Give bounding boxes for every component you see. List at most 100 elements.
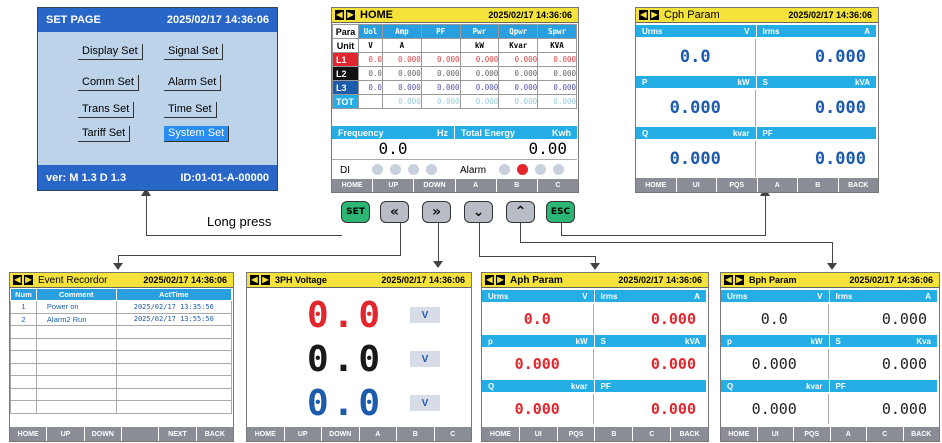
footer-button-a[interactable]: A <box>358 427 397 441</box>
esc-key[interactable]: ESC <box>546 201 575 223</box>
event-row[interactable]: 2 Alarm2 Run 2025/02/17 13:55:50 <box>10 312 233 326</box>
footer-button-b[interactable]: B <box>797 178 838 192</box>
footer-button-b[interactable]: B <box>495 179 537 192</box>
home-value-cell: 0.000 <box>459 80 500 95</box>
frequency-unit: Hz <box>437 127 448 138</box>
param-label: S <box>835 336 841 346</box>
cph-param-screen: ◀ ▶ Cph Param 2025/02/17 14:36:06 Urms V 0.0 I… <box>635 7 879 193</box>
footer-button-c[interactable]: C <box>536 179 578 192</box>
footer-button-home[interactable]: HOME <box>10 427 46 441</box>
aph-datetime: 2025/02/17 14:36:06 <box>618 275 702 285</box>
footer-button-pqs[interactable]: PQS <box>793 427 830 441</box>
footer-button-b[interactable]: B <box>396 427 434 441</box>
up-key[interactable]: ⌃ <box>506 201 535 223</box>
voltage-screen: ◀ ▶ 3PH Voltage 2025/02/17 14:36:06 0.0 V 0.0… <box>246 272 472 442</box>
footer-button-pqs[interactable]: PQS <box>556 427 595 441</box>
footer-button-b[interactable]: B <box>594 427 632 441</box>
footer-button-a[interactable]: A <box>756 178 798 192</box>
set-key[interactable]: SET <box>341 201 370 223</box>
footer-button-down[interactable]: DOWN <box>83 427 121 441</box>
home-value-cell: 0.000 <box>498 66 539 81</box>
set-menu-item-display-set[interactable]: Display Set <box>78 44 143 60</box>
footer-button-down[interactable]: DOWN <box>413 179 454 192</box>
event-row[interactable] <box>10 387 233 401</box>
home-value-cell: 0.000 <box>459 52 500 67</box>
energy-label: Total Energy <box>461 127 515 138</box>
set-menu-item-comm-set[interactable]: Comm Set <box>78 75 139 91</box>
indicator-dot <box>499 164 510 175</box>
param-unit: Kva <box>916 336 931 346</box>
home-value-cell: 0.000 <box>420 66 461 81</box>
footer-button-c[interactable]: C <box>866 427 903 441</box>
param-unit: kVA <box>855 77 870 87</box>
home-value-cell: 0.000 <box>537 94 577 109</box>
param-value: 0.000 <box>721 349 829 379</box>
footer-button-back[interactable]: BACK <box>670 427 708 441</box>
right-key[interactable]: » <box>422 201 451 223</box>
footer-button-up[interactable]: UP <box>46 427 83 441</box>
footer-button-home[interactable]: HOME <box>636 178 676 192</box>
event-row[interactable] <box>10 350 233 364</box>
param-value: 0.000 <box>881 400 927 418</box>
home-header-cell: Para <box>332 24 359 39</box>
indicator-dot <box>535 164 546 175</box>
aph-title: Aph Param <box>510 274 563 286</box>
home-title: HOME <box>360 9 393 21</box>
energy-value: 0.00 <box>528 139 567 158</box>
footer-button-back[interactable]: BACK <box>837 178 879 192</box>
param-label: Irms <box>835 291 853 301</box>
footer-button-home[interactable]: HOME <box>332 179 372 192</box>
footer-button-pqs[interactable]: PQS <box>716 178 757 192</box>
set-menu-item-alarm-set[interactable]: Alarm Set <box>164 75 222 91</box>
footer-button-up[interactable]: UP <box>283 427 322 441</box>
home-row-label: TOT <box>332 94 359 109</box>
param-unit: kvar <box>571 381 588 391</box>
event-row[interactable] <box>10 362 233 376</box>
event-row[interactable] <box>10 337 233 351</box>
footer-button-home[interactable]: HOME <box>721 427 757 441</box>
left-key[interactable]: « <box>380 201 409 223</box>
footer-button-ui[interactable]: UI <box>518 427 557 441</box>
event-row[interactable]: 1 Power on 2025/02/17 13:35:56 <box>10 300 233 314</box>
footer-button-back[interactable]: BACK <box>902 427 940 441</box>
footer-button-back[interactable]: BACK <box>195 427 233 441</box>
event-row[interactable] <box>10 400 233 414</box>
home-header-cell: Amp <box>381 24 422 39</box>
voltage-title: 3PH Voltage <box>275 275 327 285</box>
device-id-label: ID:01-01-A-00000 <box>180 171 269 184</box>
home-value-cell: 0.000 <box>537 52 577 67</box>
param-label: PF <box>762 128 773 138</box>
footer-button-a[interactable]: A <box>454 179 496 192</box>
footer-button-c[interactable]: C <box>632 427 670 441</box>
event-row[interactable] <box>10 375 233 389</box>
footer-button-ui[interactable]: UI <box>675 178 717 192</box>
event-row[interactable] <box>10 325 233 339</box>
param-label: Urms <box>727 291 748 301</box>
set-menu-item-signal-set[interactable]: Signal Set <box>164 44 224 60</box>
long-press-label: Long press <box>207 214 272 229</box>
footer-button-c[interactable]: C <box>433 427 472 441</box>
set-menu-item-time-set[interactable]: Time Set <box>164 102 217 118</box>
footer-button-next[interactable]: NEXT <box>158 427 195 441</box>
event-recorder-screen: ◀ ▶ Event Recordor 2025/02/17 14:36:06 Num C… <box>9 272 234 442</box>
footer-button-up[interactable]: UP <box>372 179 413 192</box>
param-value: 0.000 <box>636 90 756 126</box>
footer-button-home[interactable]: HOME <box>247 427 284 441</box>
home-value-cell: 0.0 <box>358 52 383 67</box>
footer-button-a[interactable]: A <box>829 427 867 441</box>
home-value-cell: 0.000 <box>381 66 422 81</box>
down-key[interactable]: ⌄ <box>464 201 493 223</box>
home-value-cell: 0.000 <box>420 94 461 109</box>
di-label: DI <box>340 165 350 176</box>
set-menu-item-tariff-set[interactable]: Tariff Set <box>78 126 131 142</box>
home-row-label: L1 <box>332 52 359 67</box>
footer-button-blank[interactable] <box>120 427 158 441</box>
set-menu-item-system-set[interactable]: System Set <box>164 126 230 142</box>
param-label: Q <box>488 381 495 391</box>
footer-button-home[interactable]: HOME <box>482 427 519 441</box>
footer-button-ui[interactable]: UI <box>756 427 794 441</box>
set-menu-item-trans-set[interactable]: Trans Set <box>78 102 135 118</box>
cph-datetime: 2025/02/17 14:36:06 <box>788 10 872 20</box>
footer-button-down[interactable]: DOWN <box>321 427 359 441</box>
param-value: 0.000 <box>814 149 866 169</box>
